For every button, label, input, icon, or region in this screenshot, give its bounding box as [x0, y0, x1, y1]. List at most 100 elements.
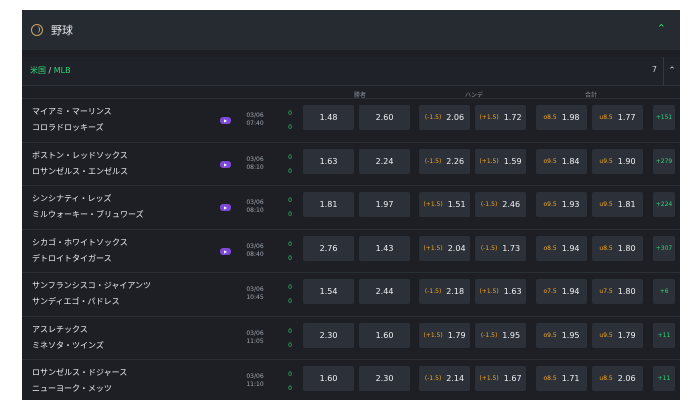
odds-button-away-win[interactable]: 2.24 [359, 148, 410, 174]
away-team[interactable]: デトロイトタイガース [32, 253, 112, 264]
odds-button-handicap-home[interactable]: (+1.5) 1.79 [419, 322, 470, 348]
odds-button-under[interactable]: u8.5 2.06 [592, 366, 643, 391]
odds-button-handicap-home[interactable]: (+1.5) 1.51 [419, 192, 470, 217]
odds-button-over[interactable]: o8.5 1.94 [536, 235, 587, 261]
odds-button-under[interactable]: u9.5 1.81 [592, 192, 643, 217]
sport-title: 野球 [51, 24, 73, 37]
odds-button-over[interactable]: o7.5 1.94 [536, 279, 587, 304]
league-name[interactable]: 米国 / MLB [30, 65, 71, 76]
odds-button-handicap-home[interactable]: (-1.5) 2.14 [419, 366, 470, 391]
home-score: 0 [288, 110, 292, 117]
odds-button-under[interactable]: u8.5 1.77 [592, 105, 643, 130]
home-score: 0 [288, 153, 292, 161]
odds-button-under[interactable]: u9.5 1.90 [592, 148, 643, 174]
league-row[interactable]: 米国 / MLB 7 ⌃ [22, 57, 680, 86]
odds-button-handicap-away[interactable]: (+1.5) 1.67 [475, 366, 526, 391]
odds-button-handicap-home[interactable]: (+1.5) 2.04 [419, 235, 470, 261]
home-score: 0 [288, 327, 292, 335]
odds-button-home-win[interactable]: 1.60 [303, 366, 354, 391]
match-row[interactable]: ボストン・レッドソックス ロサンゼルス・エンゼルス ▶ 03/06 08:10 0 0 1.6… [22, 141, 680, 186]
home-team[interactable]: サンフランシスコ・ジャイアンツ [32, 280, 151, 291]
odds-button-away-win[interactable]: 2.30 [359, 366, 410, 391]
odds-button-handicap-away[interactable]: (+1.5) 1.59 [475, 148, 526, 174]
match-time: 03/06 10:45 [246, 286, 264, 301]
live-stream-icon[interactable]: ▶ [220, 247, 231, 255]
odds-button-away-win[interactable]: 2.60 [359, 105, 410, 130]
odds-button-over[interactable]: o9.5 1.93 [536, 192, 587, 217]
match-time: 03/06 08:10 [246, 199, 264, 214]
match-time: 03/06 11:10 [246, 373, 264, 388]
odds-button-away-win[interactable]: 1.60 [359, 322, 410, 348]
odds-button-away-win[interactable]: 2.44 [359, 279, 410, 304]
home-team[interactable]: アスレチックス [32, 324, 88, 335]
odds-button-over[interactable]: o9.5 1.84 [536, 148, 587, 174]
match-row[interactable]: アスレチックス ミネソタ・ツインズ 03/06 11:05 0 0 2.30 1.60 (+1.… [22, 315, 680, 360]
home-team[interactable]: シンシナティ・レッズ [32, 193, 112, 204]
odds-button-away-win[interactable]: 1.97 [359, 192, 410, 217]
odds-button-under[interactable]: u7.5 1.80 [592, 279, 643, 304]
away-team[interactable]: ニューヨーク・メッツ [32, 383, 112, 394]
more-markets-button[interactable]: +11 [653, 366, 675, 391]
odds-button-over[interactable]: o9.5 1.95 [536, 322, 587, 348]
live-stream-icon[interactable]: ▶ [220, 160, 231, 168]
odds-button-over[interactable]: o8.5 1.71 [536, 366, 587, 391]
match-time: 03/06 11:05 [246, 329, 264, 345]
away-team[interactable]: ロサンゼルス・エンゼルス [32, 166, 128, 177]
more-markets-button[interactable]: +279 [653, 148, 675, 174]
odds-button-handicap-away[interactable]: (-1.5) 2.46 [475, 192, 526, 217]
home-score: 0 [288, 371, 292, 378]
match-row[interactable]: シカゴ・ホワイトソックス デトロイトタイガース ▶ 03/06 08:40 0 0 2.76 1… [22, 228, 680, 273]
match-row[interactable]: ロサンゼルス・ドジャース ニューヨーク・メッツ 03/06 11:10 0 0 1.60 2.… [22, 359, 680, 400]
odds-button-handicap-home[interactable]: (-1.5) 2.26 [419, 148, 470, 174]
league-collapse-icon[interactable]: ⌃ [663, 57, 680, 85]
home-team[interactable]: ボストン・レッドソックス [32, 150, 128, 161]
live-stream-icon[interactable]: ▶ [220, 204, 231, 211]
home-team[interactable]: ロサンゼルス・ドジャース [32, 367, 127, 378]
odds-button-handicap-home[interactable]: (-1.5) 2.06 [419, 105, 470, 130]
match-time: 03/06 08:40 [246, 242, 264, 258]
match-time: 03/06 07:40 [246, 112, 264, 127]
more-markets-button[interactable]: +224 [653, 192, 675, 217]
away-score: 0 [288, 167, 292, 175]
match-time: 03/06 08:10 [246, 155, 264, 171]
odds-button-handicap-away[interactable]: (-1.5) 1.73 [475, 235, 526, 261]
sportsbook-panel: 野球 ⌃ 米国 / MLB 7 ⌃ 勝者 ハンデ 合計 マイアミ・マーリンス コロ… [22, 10, 680, 400]
away-team[interactable]: サンディエゴ・パドレス [32, 296, 120, 307]
match-row[interactable]: マイアミ・マーリンス コロラドロッキーズ ▶ 03/06 07:40 0 0 1.48 2.60… [22, 98, 680, 142]
more-markets-button[interactable]: +11 [653, 322, 675, 348]
home-score: 0 [288, 284, 292, 291]
sport-header[interactable]: 野球 ⌃ [22, 10, 680, 50]
away-team[interactable]: ミネソタ・ツインズ [32, 340, 104, 351]
odds-button-over[interactable]: o8.5 1.98 [536, 105, 587, 130]
away-team[interactable]: ミルウォーキー・ブリュワーズ [32, 209, 144, 220]
home-team[interactable]: マイアミ・マーリンス [32, 106, 112, 117]
odds-button-handicap-away[interactable]: (-1.5) 1.95 [475, 322, 526, 348]
league-count: 7 [651, 65, 657, 74]
odds-button-home-win[interactable]: 2.76 [303, 235, 354, 261]
away-score: 0 [288, 385, 292, 392]
odds-button-handicap-away[interactable]: (+1.5) 1.72 [475, 105, 526, 130]
home-team[interactable]: シカゴ・ホワイトソックス [32, 237, 128, 248]
match-row[interactable]: サンフランシスコ・ジャイアンツ サンディエゴ・パドレス 03/06 10:45 0 0 1.… [22, 272, 680, 316]
odds-button-home-win[interactable]: 1.48 [303, 105, 354, 130]
away-score: 0 [288, 298, 292, 305]
odds-button-under[interactable]: u9.5 1.79 [592, 322, 643, 348]
away-team[interactable]: コロラドロッキーズ [32, 122, 104, 133]
odds-button-home-win[interactable]: 1.54 [303, 279, 354, 304]
home-score: 0 [288, 240, 292, 248]
chevron-up-icon[interactable]: ⌃ [657, 22, 666, 35]
odds-button-handicap-home[interactable]: (-1.5) 2.18 [419, 279, 470, 304]
away-score: 0 [288, 211, 292, 218]
more-markets-button[interactable]: +151 [653, 105, 675, 130]
live-stream-icon[interactable]: ▶ [220, 117, 231, 124]
odds-button-home-win[interactable]: 1.63 [303, 148, 354, 174]
odds-button-under[interactable]: u8.5 1.80 [592, 235, 643, 261]
odds-button-away-win[interactable]: 1.43 [359, 235, 410, 261]
more-markets-button[interactable]: +307 [653, 235, 675, 261]
odds-button-home-win[interactable]: 2.30 [303, 322, 354, 348]
match-row[interactable]: シンシナティ・レッズ ミルウォーキー・ブリュワーズ ▶ 03/06 08:10 0 0 1.8… [22, 185, 680, 229]
odds-button-handicap-away[interactable]: (+1.5) 1.63 [475, 279, 526, 304]
more-markets-button[interactable]: +6 [653, 279, 675, 304]
odds-button-home-win[interactable]: 1.81 [303, 192, 354, 217]
baseball-icon [31, 24, 43, 36]
